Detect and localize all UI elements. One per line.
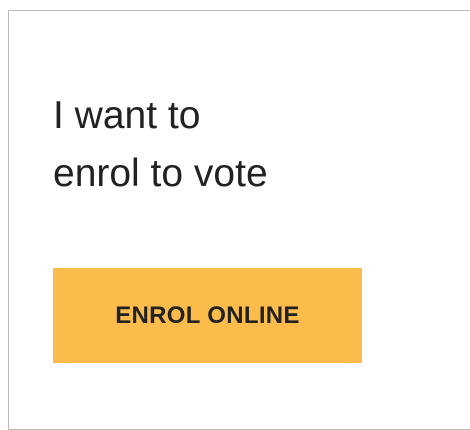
enrol-card: I want to enrol to vote ENROL ONLINE xyxy=(8,10,470,430)
enrol-online-button[interactable]: ENROL ONLINE xyxy=(53,268,362,363)
heading-line-1: I want to xyxy=(53,94,201,137)
card-heading: I want to enrol to vote xyxy=(53,87,383,203)
heading-line-2: enrol to vote xyxy=(53,152,268,195)
